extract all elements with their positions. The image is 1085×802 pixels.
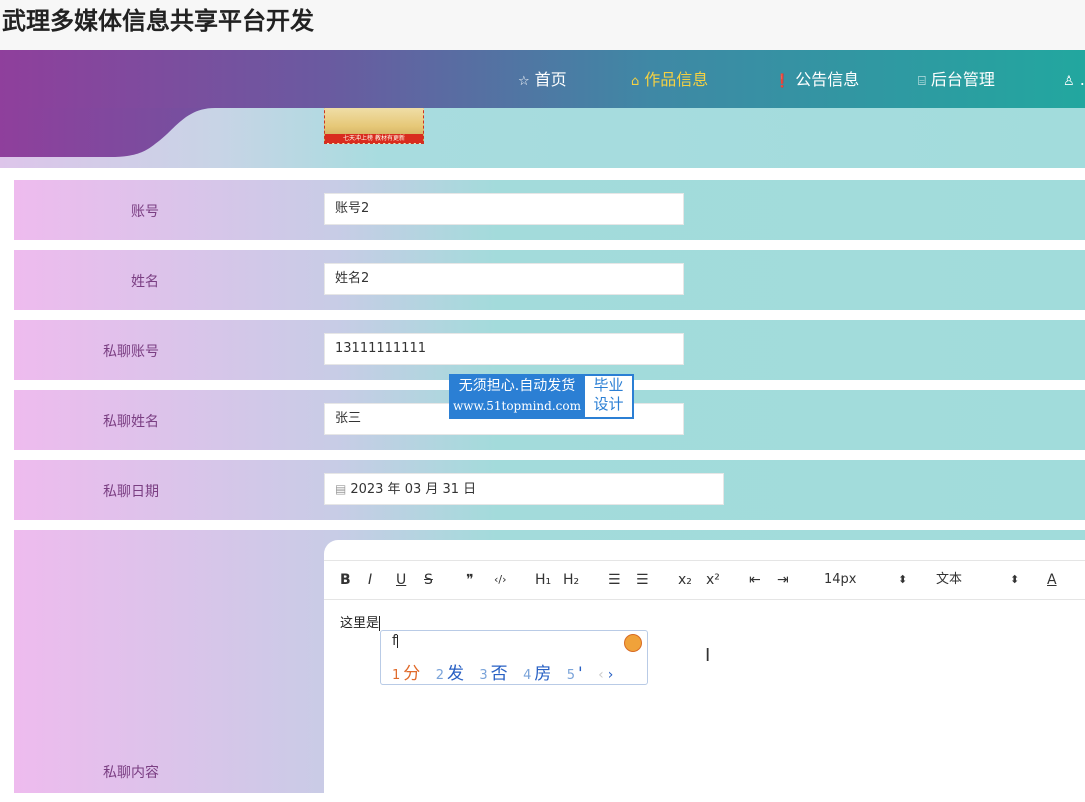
cover-caption: 七天冲上榜 教材有更新 [325,134,423,143]
font-size-chevron-icon: ⬍ [898,573,908,586]
chat-date-value: 2023 年 03 月 31 日 [350,482,477,497]
h2-button[interactable]: H₂ [563,561,579,599]
indent-button[interactable]: ⇥ [777,561,789,599]
ime-next-icon[interactable]: › [608,667,614,683]
account-input[interactable]: 账号2 [324,193,684,225]
ime-candidate-number: 3 [479,668,488,683]
form-area: 七天冲上榜 教材有更新 账号 账号2 姓名 姓名2 私聊账号 131111111… [0,100,1085,802]
code-block-button[interactable]: ‹/› [494,561,507,599]
nav-works[interactable]: ⌂ 作品信息 [631,50,708,108]
watermark-line1: 无须担心.自动发货 [458,378,576,394]
row-name: 姓名 姓名2 [14,250,1085,310]
blockquote-button[interactable]: ❞ [466,561,474,599]
ime-candidate-popup: f 1分 2发 3否 4房 5 ' ‹ › [380,630,648,685]
editor-text: 这里是 [340,616,380,631]
top-nav: ☆首页 ⌂作品信息 ❗公告信息 ⌸后台管理 ♙… [0,50,1085,108]
italic-button[interactable]: I [368,561,372,599]
ime-candidate-number: 2 [435,668,444,683]
account-label: 账号 [131,204,159,220]
ime-candidate-text: ' [578,664,583,684]
text-caret [379,616,381,631]
ime-candidate[interactable]: 4房 [523,664,551,684]
text-cursor-icon: I [705,645,711,666]
nav-user-label: … [1080,70,1085,89]
chat-date-label: 私聊日期 [103,484,159,500]
nav-notices-label: 公告信息 [795,70,860,89]
nav-curve-decoration [0,100,260,157]
ime-candidate[interactable]: 5 ' [567,664,583,684]
alert-icon: ❗ [774,74,791,89]
ime-candidate-number: 4 [523,668,532,683]
outdent-button[interactable]: ⇤ [749,561,761,599]
text-color-button[interactable]: A [1047,561,1057,599]
h1-button[interactable]: H₁ [535,561,551,599]
bag-icon: ⌂ [631,74,640,89]
watermark-url: www.51topmind.com [453,399,581,413]
nav-notices[interactable]: ❗ 公告信息 [774,50,859,108]
nav-admin[interactable]: ⌸ 后台管理 [918,50,995,108]
ime-prev-icon[interactable]: ‹ [598,667,604,683]
ime-candidate-text: 否 [490,664,508,684]
row-chat-account: 私聊账号 13111111111 [14,320,1085,380]
watermark-text: 无须担心.自动发货 www.51topmind.com [449,374,585,419]
chat-account-label: 私聊账号 [103,344,159,360]
underline-button[interactable]: U [396,561,406,599]
ime-candidate[interactable]: 3否 [479,664,507,684]
strike-button[interactable]: S [424,561,433,599]
ime-pager: ‹ › [598,667,613,683]
row-account: 账号 账号2 [14,180,1085,240]
chat-content-label: 私聊内容 [103,765,159,781]
user-icon: ♙ [1063,74,1075,89]
star-icon: ☆ [518,74,530,89]
header-chevron-icon: ⬍ [1010,573,1020,586]
ordered-list-button[interactable]: ☰ [608,561,621,599]
ime-composition: f [392,633,398,649]
ime-candidate-text: 发 [446,664,464,684]
row-chat-date: 私聊日期 ▤ 2023 年 03 月 31 日 [14,460,1085,520]
ime-candidate-text: 分 [403,664,421,684]
ime-caret [396,634,398,648]
name-label: 姓名 [131,274,159,290]
nav-user[interactable]: ♙… [1063,50,1085,108]
ime-candidate-number: 5 [566,668,576,683]
calendar-icon: ▤ [335,482,347,496]
building-icon: ⌸ [918,74,926,89]
subscript-button[interactable]: x₂ [678,561,692,599]
ime-candidate-text: 房 [534,664,552,684]
watermark-tag: 毕业 设计 [585,376,632,417]
nav-home-label: 首页 [534,70,567,89]
watermark-tag-2: 设计 [593,395,624,413]
ime-candidate-list: 1分 2发 3否 4房 5 ' ‹ › [392,659,613,684]
chat-date-input[interactable]: ▤ 2023 年 03 月 31 日 [324,473,724,505]
bullet-list-button[interactable]: ☰ [636,561,649,599]
ime-candidate[interactable]: 2发 [436,664,464,684]
superscript-button[interactable]: x² [706,561,720,599]
ime-candidate[interactable]: 1分 [392,664,420,684]
watermark-badge: 无须担心.自动发货 www.51topmind.com 毕业 设计 [449,374,634,419]
name-input[interactable]: 姓名2 [324,263,684,295]
nav-works-label: 作品信息 [644,70,709,89]
watermark-tag-1: 毕业 [593,376,624,394]
editor-content[interactable]: 这里是 [340,612,381,631]
ime-candidate-number: 1 [392,668,401,683]
site-title: 武理多媒体信息共享平台开发 [0,0,1085,50]
nav-admin-label: 后台管理 [930,70,995,89]
chat-account-input[interactable]: 13111111111 [324,333,684,365]
header-select[interactable]: 文本 [936,561,962,599]
editor-toolbar: B I U S ❞ ‹/› H₁ H₂ ☰ ☰ x₂ x² ⇤ ⇥ 14px ⬍… [324,560,1085,600]
bold-button[interactable]: B [340,561,351,599]
font-size-select[interactable]: 14px [824,561,857,599]
chat-name-label: 私聊姓名 [103,414,159,430]
nav-home[interactable]: ☆ 首页 [518,50,567,108]
ime-logo-icon [624,634,642,652]
